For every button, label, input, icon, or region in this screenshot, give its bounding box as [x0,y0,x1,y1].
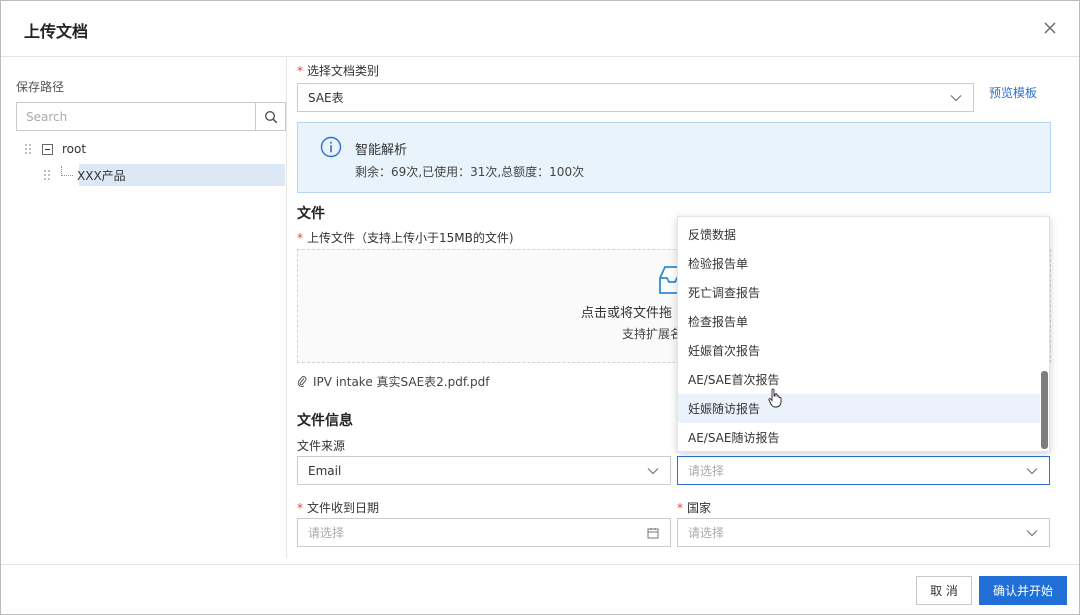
upload-dialog: 上传文档 保存路径 root XXX产品 *选择文档类别 SAE表 [0,0,1080,615]
info-title: 智能解析 [355,143,408,158]
report-type-dropdown: 反馈数据 检验报告单 死亡调查报告 检查报告单 妊娠首次报告 AE/SAE首次报… [677,216,1050,452]
tree-node-label: root [62,142,87,156]
save-path-panel: 保存路径 root XXX产品 [1,58,287,558]
chevron-down-icon [1025,526,1039,540]
drag-handle-icon[interactable] [24,143,32,155]
country-select[interactable]: 请选择 [677,518,1050,547]
report-type-select[interactable]: 请选择 [677,456,1050,485]
tree-search [16,102,286,131]
paperclip-icon [297,376,307,387]
country-label: * 国家 [677,501,712,515]
tree-node-root[interactable]: root [24,138,86,160]
dropdown-option[interactable]: 反馈数据 [678,220,1040,249]
source-select[interactable]: Email [297,456,671,485]
doc-type-label: * 选择文档类别 [297,64,380,78]
search-button[interactable] [255,103,285,130]
report-type-placeholder: 请选择 [688,464,725,478]
info-icon [320,136,342,158]
chevron-down-icon [646,464,660,478]
doc-type-value: SAE表 [308,91,344,105]
source-label: 文件来源 [297,439,346,453]
dropdown-option[interactable]: 妊娠首次报告 [678,336,1040,365]
search-icon [264,110,277,123]
dropdown-option[interactable]: 死亡调查报告 [678,278,1040,307]
confirm-start-button[interactable]: 确认并开始 [979,576,1067,605]
search-input[interactable] [17,103,255,130]
uploaded-file-name: IPV intake 真实SAE表2.pdf.pdf [313,374,490,389]
smart-parse-info: 智能解析 剩余：69次,已使用：31次,总额度：100次 [297,122,1051,193]
chevron-down-icon [949,91,963,105]
calendar-icon [646,526,660,540]
country-placeholder: 请选择 [688,526,725,540]
received-date-picker[interactable]: 请选择 [297,518,671,547]
dropdown-scrollbar[interactable] [1041,371,1048,449]
preview-template-link[interactable]: 预览模板 [989,84,1037,101]
dropdown-option[interactable]: 检验报告单 [678,249,1040,278]
drag-handle-icon[interactable] [43,169,51,181]
chevron-down-icon [1025,464,1039,478]
upload-file-label: * 上传文件（支持上传小于15MB的文件) [297,231,514,245]
tree-node-product[interactable]: XXX产品 [43,164,126,186]
file-section-title: 文件 [297,206,325,222]
cancel-button[interactable]: 取 消 [916,576,972,605]
received-date-placeholder: 请选择 [308,526,345,540]
dialog-footer: 取 消 确认并开始 [1,564,1079,614]
dialog-title: 上传文档 [24,22,89,41]
received-date-label: * 文件收到日期 [297,501,380,515]
info-quota-text: 剩余：69次,已使用：31次,总额度：100次 [355,165,585,179]
upload-instruction: 点击或将文件拖 [581,306,673,321]
upload-extension-hint: 支持扩展名 [622,327,683,341]
uploaded-file-item[interactable]: IPV intake 真实SAE表2.pdf.pdf [297,372,489,390]
tree-node-label: XXX产品 [77,168,126,183]
dialog-header: 上传文档 [1,1,1079,57]
dropdown-option-hovered[interactable]: 妊娠随访报告 [678,394,1040,423]
collapse-icon[interactable] [42,143,53,155]
dropdown-option[interactable]: AE/SAE首次报告 [678,365,1040,394]
file-info-title: 文件信息 [297,413,353,429]
dropdown-option[interactable]: AE/SAE随访报告 [678,423,1040,451]
source-value: Email [308,463,342,478]
doc-type-select[interactable]: SAE表 [297,83,974,112]
save-path-label: 保存路径 [16,80,65,94]
hand-cursor-icon [768,388,782,408]
close-icon[interactable] [1039,17,1061,39]
dropdown-option[interactable]: 检查报告单 [678,307,1040,336]
tree-connector [61,166,73,176]
